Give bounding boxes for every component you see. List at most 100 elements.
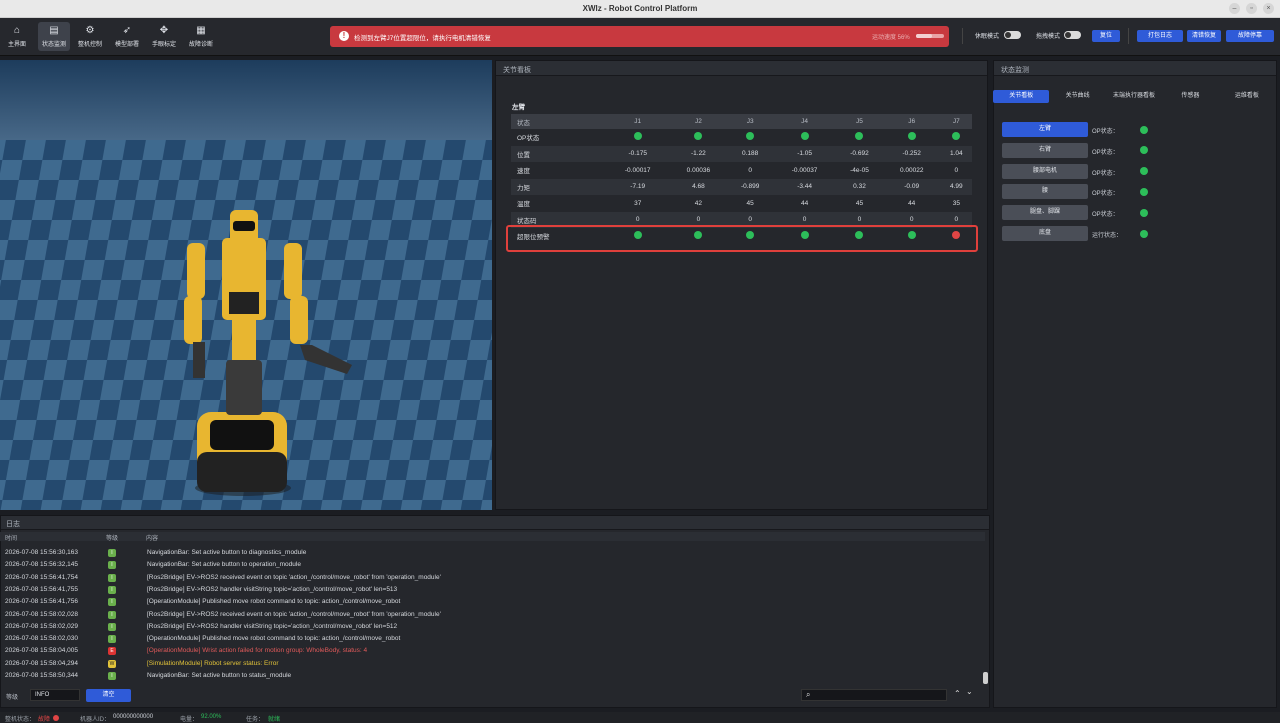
search-icon: ⌕ [806,690,811,699]
overlimit-highlight [506,225,978,252]
column-header: J6 [882,114,941,129]
battery-label: 电量： [180,717,199,723]
status-item-label: OP状态： [1092,170,1119,177]
status-item-button[interactable]: 底盘 [1002,226,1088,241]
nav-home[interactable]: ⌂ 主界面 [1,22,33,51]
table-cell: 0.32 [836,178,883,195]
log-message: [OperationModule] Published move robot c… [147,598,401,606]
robot-control-icon: ⚙ [85,25,95,36]
row-label: OP状态 [517,135,540,143]
log-scrollbar[interactable] [983,672,988,684]
chevron-up-icon[interactable]: ⌃ [954,689,961,698]
chevron-down-icon[interactable]: ⌄ [966,687,973,696]
nav-status-monitor[interactable]: ▤ 状态监测 [38,22,70,51]
clear-error-button[interactable]: 清错恢复 [1187,30,1221,42]
status-item-button[interactable]: 左臂 [1002,122,1088,137]
table-cell: 1.04 [940,145,972,162]
fault-indicator-icon [53,715,59,721]
alert-message: 检测到左臂J7位置超限位，请执行电机清错恢复 [354,35,491,42]
reset-button[interactable]: 复位 [1092,30,1120,42]
machine-status-label: 整机状态： [5,717,36,723]
table-cell: 0 [954,166,959,174]
log-time: 2026-07-08 15:56:32,145 [5,561,79,569]
close-icon[interactable]: × [1263,3,1274,14]
tab-1[interactable]: 关节曲线 [1049,90,1105,103]
robot-id-label: 机器人ID： [80,717,111,723]
tab-2[interactable]: 末端执行器看板 [1106,90,1162,103]
status-dot [746,132,755,141]
nav-model-deploy[interactable]: ➶ 模型部署 [111,22,143,51]
nav-hand-eye-calibration[interactable]: ✥ 手眼标定 [148,22,180,51]
log-row: 2026-07-08 15:56:30,163 I NavigationBar: S… [0,547,985,559]
log-message: [SimulationModule] Robot server status: … [147,659,279,667]
robot-3d-viewport[interactable] [0,60,492,510]
log-level-badge: I [108,610,116,619]
sleep-mode-label: 休眠模式 [975,34,1000,40]
nav-robot-control[interactable]: ⚙ 整机控制 [74,22,106,51]
log-time: 2026-07-08 15:56:41,754 [5,573,79,581]
home-icon: ⌂ [13,25,21,36]
drag-mode-toggle[interactable] [1064,31,1081,39]
tab-3[interactable]: 传感器 [1162,90,1218,103]
table-cell: 0.00036 [686,166,711,174]
column-header: 时间 [5,536,18,542]
log-row: 2026-07-08 15:58:02,030 I [OperationModule… [0,633,985,645]
log-time: 2026-07-08 15:58:02,029 [5,622,79,630]
diagnosis-icon: ▦ [196,25,206,36]
column-header: J3 [727,114,773,129]
clear-log-button[interactable]: 清空 [86,689,131,702]
speed-label: 运动速度 56% [872,35,910,41]
log-message: [Ros2Bridge] EV->ROS2 handler visitStrin… [147,585,398,593]
battery-value: 92.00% [201,714,222,720]
task-label: 任务： [246,717,265,723]
tab-4[interactable]: 运维看板 [1219,90,1275,103]
robot-id-value: 000000000000 [113,714,154,720]
nav-fault-diagnosis[interactable]: ▦ 故障诊断 [185,22,217,51]
log-message: [OperationModule] Published move robot c… [147,635,401,643]
log-row: 2026-07-08 15:58:04,005 E [OperationModule… [0,645,985,657]
table-cell: -0.899 [727,178,773,195]
status-item-button[interactable]: 腿盘、脚踝 [1002,205,1088,221]
monitor-icon: ▤ [49,25,59,36]
log-level-badge: W [108,659,116,668]
table-cell: -7.19 [606,178,670,195]
status-item-button[interactable]: 腰部电机 [1002,163,1088,179]
status-tabs: 关节看板 关节曲线 末端执行器看板 传感器 运维看板 [993,90,1275,103]
log-message: [Ros2Bridge] EV->ROS2 received event on … [147,610,441,618]
column-header: 状态 [511,114,607,129]
divider [962,28,963,44]
rocket-icon: ➶ [122,25,132,36]
log-level-badge: I [108,672,116,680]
log-message: NavigationBar: Set active button to oper… [147,561,301,569]
log-row: 2026-07-08 15:56:32,145 I NavigationBar: S… [0,559,985,571]
minimize-icon[interactable]: – [1229,3,1240,14]
log-message: [OperationModule] Wrist action failed fo… [147,647,368,655]
tab-0[interactable]: 关节看板 [993,90,1050,103]
log-row: 2026-07-08 15:56:41,755 I [Ros2Bridge] EV-… [0,584,985,596]
pack-log-button[interactable]: 打包日志 [1137,30,1183,42]
level-select[interactable]: INFO [30,689,80,701]
table-row: 力矩 -7.19 4.68 -0.899 -3.44 0.32 -0.09 4.99 [511,178,972,195]
log-search-input[interactable]: ⌕ [801,689,947,701]
status-item-button[interactable]: 右臂 [1002,142,1088,158]
sleep-mode-toggle[interactable] [1004,31,1021,39]
table-row: 位置 -0.175 -1.22 0.188 -1.05 -0.692 -0.252 1.04 [511,145,972,162]
table-header-row: 状态 J1 J2 J3 J4 J5 J6 J7 [511,114,972,129]
table-cell: -0.692 [836,145,883,162]
table-row: OP状态 [511,129,972,146]
column-header: 内容 [146,536,159,542]
log-message: NavigationBar: Set active button to diag… [147,549,307,556]
status-dot [633,132,642,141]
table-cell: 45 [746,199,754,207]
table-cell: 35 [952,199,960,207]
log-header: 时间 等级 内容 [0,532,985,542]
fault-stop-button[interactable]: 故障停靠 [1226,30,1274,42]
table-row: 温度 37 42 45 44 45 44 35 [511,195,972,212]
log-level-badge: I [108,598,116,607]
maximize-icon[interactable]: ▫ [1246,3,1257,14]
status-item-button[interactable]: 腰 [1002,184,1088,200]
status-dot [694,132,703,141]
log-level-badge: I [108,622,116,631]
column-header: J5 [836,114,883,129]
log-row: 2026-07-08 15:58:02,028 I [Ros2Bridge] EV-… [0,609,985,621]
